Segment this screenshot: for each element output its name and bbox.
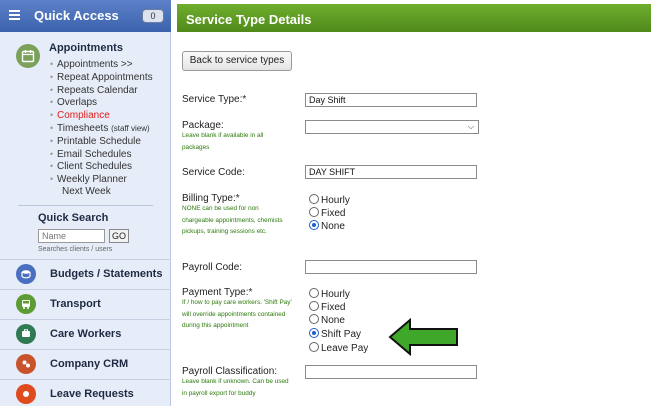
- sidebar-item-label: Leave Requests: [50, 388, 134, 400]
- menu-item-timesheets[interactable]: • Timesheets (staff view): [50, 122, 153, 135]
- page-title: Service Type Details: [186, 12, 312, 27]
- calendar-icon: [16, 44, 40, 68]
- menu-item-appointments[interactable]: • Appointments >>: [50, 58, 153, 71]
- service-type-input[interactable]: Day Shift: [305, 93, 477, 107]
- payment-type-help-text: If / how to pay care workers. 'Shift Pay…: [182, 299, 292, 329]
- chevron-down-icon: ⌵: [467, 122, 474, 131]
- radio-circle: [309, 288, 319, 298]
- sidebar-item-care-workers[interactable]: Care Workers: [0, 319, 171, 348]
- menu-item-compliance[interactable]: • Compliance: [50, 109, 153, 122]
- sidebar-item-budgets-statements[interactable]: Budgets / Statements: [0, 259, 171, 288]
- quick-search-input[interactable]: [38, 229, 105, 243]
- menu-item-label: Printable Schedule: [57, 135, 141, 147]
- menu-item-next-week[interactable]: Next Week: [50, 186, 153, 199]
- payroll-classification-help-text: Leave blank if unknown. Can be used in p…: [182, 378, 289, 397]
- payroll-classification-input[interactable]: [305, 365, 477, 379]
- payroll-code-label: Payroll Code:: [182, 262, 243, 273]
- menu-item-repeats-calendar[interactable]: • Repeats Calendar: [50, 84, 153, 97]
- page-header: Service Type Details: [177, 4, 651, 32]
- payment-type-radio-fixed[interactable]: Fixed: [309, 301, 345, 314]
- billing-type-radio-fixed[interactable]: Fixed: [309, 207, 345, 220]
- menu-item-label: Overlaps: [57, 97, 98, 109]
- quick-search-go-button[interactable]: GO: [109, 229, 129, 243]
- green-arrow-icon: [388, 318, 458, 356]
- radio-circle: [309, 194, 319, 204]
- package-select[interactable]: ⌵: [305, 120, 479, 134]
- menu-item-label: Client Schedules: [57, 161, 133, 173]
- menu-item-printable-schedule[interactable]: • Printable Schedule: [50, 135, 153, 148]
- sidebar-item-label: Transport: [50, 298, 101, 310]
- quick-access-sidebar: Quick Access 0 Appointments • Appointment…: [0, 0, 171, 406]
- radio-circle: [309, 301, 319, 311]
- menu-item-label: Repeats Calendar: [57, 84, 138, 96]
- menu-item-label: Repeat Appointments: [57, 71, 153, 83]
- payroll-code-input[interactable]: [305, 260, 477, 274]
- menu-item-overlaps[interactable]: • Overlaps: [50, 96, 153, 109]
- quick-access-count-badge: 0: [142, 9, 164, 23]
- menu-item-label: Weekly Planner: [57, 174, 127, 186]
- back-to-service-types-button[interactable]: Back to service types: [182, 51, 292, 71]
- package-help-text: Leave blank if available in all packages: [182, 132, 264, 151]
- radio-circle: [309, 207, 319, 217]
- crm-icon: [16, 354, 36, 374]
- billing-type-help-text: NONE can be used for non chargeable appo…: [182, 205, 283, 235]
- menu-item-label: Compliance: [57, 110, 110, 122]
- sidebar-item-label: Company CRM: [50, 358, 129, 370]
- menu-item-client-schedules[interactable]: • Client Schedules: [50, 160, 153, 173]
- menu-item-suffix: (staff view): [111, 123, 150, 133]
- menu-item-repeat-appointments[interactable]: • Repeat Appointments: [50, 71, 153, 84]
- sidebar-item-company-crm[interactable]: Company CRM: [0, 349, 171, 378]
- radio-label: Shift Pay: [321, 329, 362, 340]
- menu-item-label: Timesheets: [57, 122, 109, 134]
- radio-circle: [309, 314, 319, 324]
- radio-circle: [309, 342, 319, 352]
- menu-item-label: Appointments >>: [57, 59, 133, 70]
- leave-icon: [16, 384, 36, 404]
- menu-item-label: Next Week: [62, 185, 111, 197]
- radio-label: Fixed: [321, 208, 346, 219]
- appointments-section-title[interactable]: Appointments: [49, 42, 123, 54]
- radio-label: Hourly: [321, 289, 350, 300]
- payment-type-radio-shift-pay[interactable]: Shift Pay: [309, 328, 361, 341]
- sidebar-item-leave-requests[interactable]: Leave Requests: [0, 379, 171, 406]
- quick-access-title: Quick Access: [34, 8, 119, 23]
- appointments-menu: • Appointments >> • Repeat Appointments • R…: [50, 58, 153, 199]
- menu-item-email-schedules[interactable]: • Email Schedules: [50, 148, 153, 161]
- billing-type-radio-none[interactable]: None: [309, 220, 345, 233]
- radio-circle-selected: [309, 220, 319, 230]
- menu-item-label: Email Schedules: [57, 148, 132, 160]
- service-type-details-panel: Service Type Details Back to service typ…: [177, 0, 651, 406]
- quick-access-header: Quick Access 0: [0, 0, 171, 32]
- service-code-input[interactable]: DAY SHIFT: [305, 165, 477, 179]
- payment-type-radio-none[interactable]: None: [309, 314, 345, 327]
- quick-search-hint: Searches clients / users: [38, 246, 113, 253]
- menu-icon[interactable]: [9, 10, 20, 20]
- workers-icon: [16, 324, 36, 344]
- service-code-label: Service Code:: [182, 167, 245, 178]
- service-type-label: Service Type:*: [182, 94, 247, 105]
- radio-label: Leave Pay: [321, 343, 369, 354]
- menu-item-weekly-planner[interactable]: • Weekly Planner: [50, 173, 153, 186]
- quick-search-title: Quick Search: [38, 212, 109, 224]
- bus-icon: [16, 294, 36, 314]
- radio-circle-selected: [309, 328, 319, 338]
- sidebar-item-label: Budgets / Statements: [50, 268, 163, 280]
- coins-icon: [16, 264, 36, 284]
- payment-type-radio-leave-pay[interactable]: Leave Pay: [309, 342, 368, 355]
- radio-label: Hourly: [321, 195, 350, 206]
- billing-type-radio-hourly[interactable]: Hourly: [309, 194, 350, 207]
- sidebar-item-transport[interactable]: Transport: [0, 289, 171, 318]
- sidebar-divider: [18, 205, 153, 206]
- radio-label: None: [321, 221, 345, 232]
- payment-type-radio-hourly[interactable]: Hourly: [309, 288, 350, 301]
- sidebar-item-label: Care Workers: [50, 328, 122, 340]
- radio-label: Fixed: [321, 302, 346, 313]
- radio-label: None: [321, 315, 345, 326]
